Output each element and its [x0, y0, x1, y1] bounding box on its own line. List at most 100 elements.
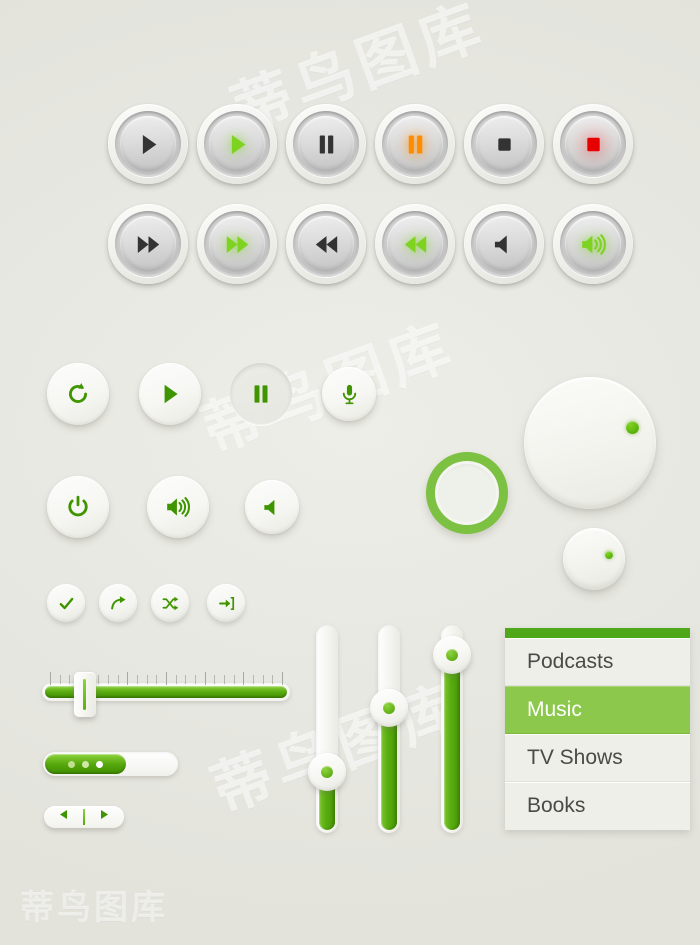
- volume-knob-large[interactable]: [524, 377, 656, 509]
- volume-up-button-active[interactable]: [553, 204, 633, 284]
- play-icon: [157, 381, 183, 407]
- shuffle-icon: [162, 595, 179, 612]
- button-face: [565, 116, 621, 172]
- power-button[interactable]: [47, 476, 109, 538]
- slider-tick: [156, 675, 158, 684]
- fast-forward-button[interactable]: [108, 204, 188, 284]
- rewind-button[interactable]: [286, 204, 366, 284]
- speaker-waves-icon: [165, 494, 191, 520]
- play-icon: [224, 131, 251, 158]
- slider-tick: [243, 672, 245, 685]
- button-face: [298, 116, 354, 172]
- speaker-waves-icon: [580, 231, 607, 258]
- power-icon: [65, 494, 91, 520]
- thumb-dot: [321, 766, 333, 779]
- record-button-active[interactable]: [553, 104, 633, 184]
- button-face: [209, 116, 265, 172]
- slider-tick: [50, 672, 51, 685]
- category-menu: Podcasts Music TV Shows Books: [505, 628, 690, 830]
- slider-tick: [262, 675, 264, 684]
- speaker-mute-icon: [491, 231, 518, 258]
- rewind-icon: [313, 231, 340, 258]
- slider-tick: [137, 675, 138, 684]
- slider-tick: [272, 675, 274, 684]
- rewind-icon: [402, 231, 429, 258]
- slider-tick: [98, 675, 100, 684]
- slider-thumb[interactable]: [308, 753, 346, 792]
- volume-mute-button[interactable]: [464, 204, 544, 284]
- volume-knob-small[interactable]: [563, 528, 625, 590]
- thumb-dot: [383, 701, 395, 714]
- slider-tick: [146, 675, 148, 684]
- button-face: [476, 216, 532, 272]
- thumb-dot: [446, 649, 458, 662]
- vertical-slider-1[interactable]: [308, 625, 346, 833]
- prev-next-control[interactable]: [44, 806, 124, 828]
- login-arrow-icon: [218, 595, 235, 612]
- refresh-button[interactable]: [47, 363, 109, 425]
- microphone-button[interactable]: [322, 367, 376, 421]
- menu-accent-bar: [505, 628, 690, 638]
- login-button[interactable]: [207, 584, 245, 622]
- volume-up-button[interactable]: [147, 476, 209, 538]
- pause-icon: [313, 131, 340, 158]
- vertical-slider-3[interactable]: [433, 625, 471, 833]
- watermark-text: 蒂鸟图库: [20, 889, 168, 927]
- triangle-right-icon: [98, 808, 111, 826]
- play-button-active[interactable]: [197, 104, 277, 184]
- play-button[interactable]: [139, 363, 201, 425]
- stop-button[interactable]: [464, 104, 544, 184]
- play-icon: [135, 131, 162, 158]
- ruler-slider[interactable]: [42, 672, 290, 717]
- menu-item-label: Podcasts: [527, 649, 614, 673]
- volume-knob-green-ring[interactable]: [426, 452, 508, 534]
- play-button[interactable]: [108, 104, 188, 184]
- knob-indicator-dot: [605, 551, 613, 559]
- fast-forward-icon: [135, 231, 162, 258]
- menu-item-label: TV Shows: [527, 745, 623, 769]
- button-face: [120, 116, 176, 172]
- pause-button[interactable]: [230, 363, 292, 425]
- slider-thumb[interactable]: [370, 688, 408, 727]
- knob-indicator-dot: [626, 421, 639, 434]
- slider-tick: [117, 675, 119, 684]
- share-button[interactable]: [99, 584, 137, 622]
- menu-item-label: Books: [527, 794, 586, 817]
- check-button[interactable]: [47, 584, 85, 622]
- vertical-slider-2[interactable]: [370, 625, 408, 833]
- prev-button[interactable]: [44, 808, 83, 826]
- pill-dot: [68, 760, 76, 768]
- button-face: [209, 216, 265, 272]
- button-face: [387, 216, 443, 272]
- slider-thumb[interactable]: [433, 636, 471, 675]
- pill-dot: [96, 760, 104, 768]
- menu-item[interactable]: Music: [505, 686, 690, 734]
- fast-forward-button-active[interactable]: [197, 204, 277, 284]
- slider-tick: [214, 675, 216, 684]
- slider-tick: [195, 675, 196, 684]
- pill-progress[interactable]: [43, 752, 178, 776]
- record-icon: [580, 131, 607, 158]
- slider-tick: [175, 675, 177, 684]
- slider-tick: [253, 675, 254, 684]
- share-arrow-icon: [110, 595, 127, 612]
- rewind-button-active[interactable]: [375, 204, 455, 284]
- slider-thumb[interactable]: [73, 672, 96, 717]
- button-face: [476, 116, 532, 172]
- menu-item-list: Podcasts Music TV Shows Books: [505, 638, 690, 830]
- volume-mute-button[interactable]: [245, 480, 299, 534]
- pause-button-active[interactable]: [375, 104, 455, 184]
- microphone-icon: [338, 383, 361, 406]
- menu-item[interactable]: TV Shows: [505, 734, 690, 782]
- pill-fill: [45, 754, 127, 774]
- slider-tick: [204, 672, 206, 685]
- menu-item[interactable]: Podcasts: [505, 638, 690, 686]
- next-button[interactable]: [85, 808, 124, 826]
- shuffle-button[interactable]: [151, 584, 189, 622]
- slider-tick: [166, 672, 167, 685]
- button-face: [565, 216, 621, 272]
- button-face: [120, 216, 176, 272]
- menu-item[interactable]: Books: [505, 782, 690, 830]
- pause-button[interactable]: [286, 104, 366, 184]
- slider-tick: [185, 675, 187, 684]
